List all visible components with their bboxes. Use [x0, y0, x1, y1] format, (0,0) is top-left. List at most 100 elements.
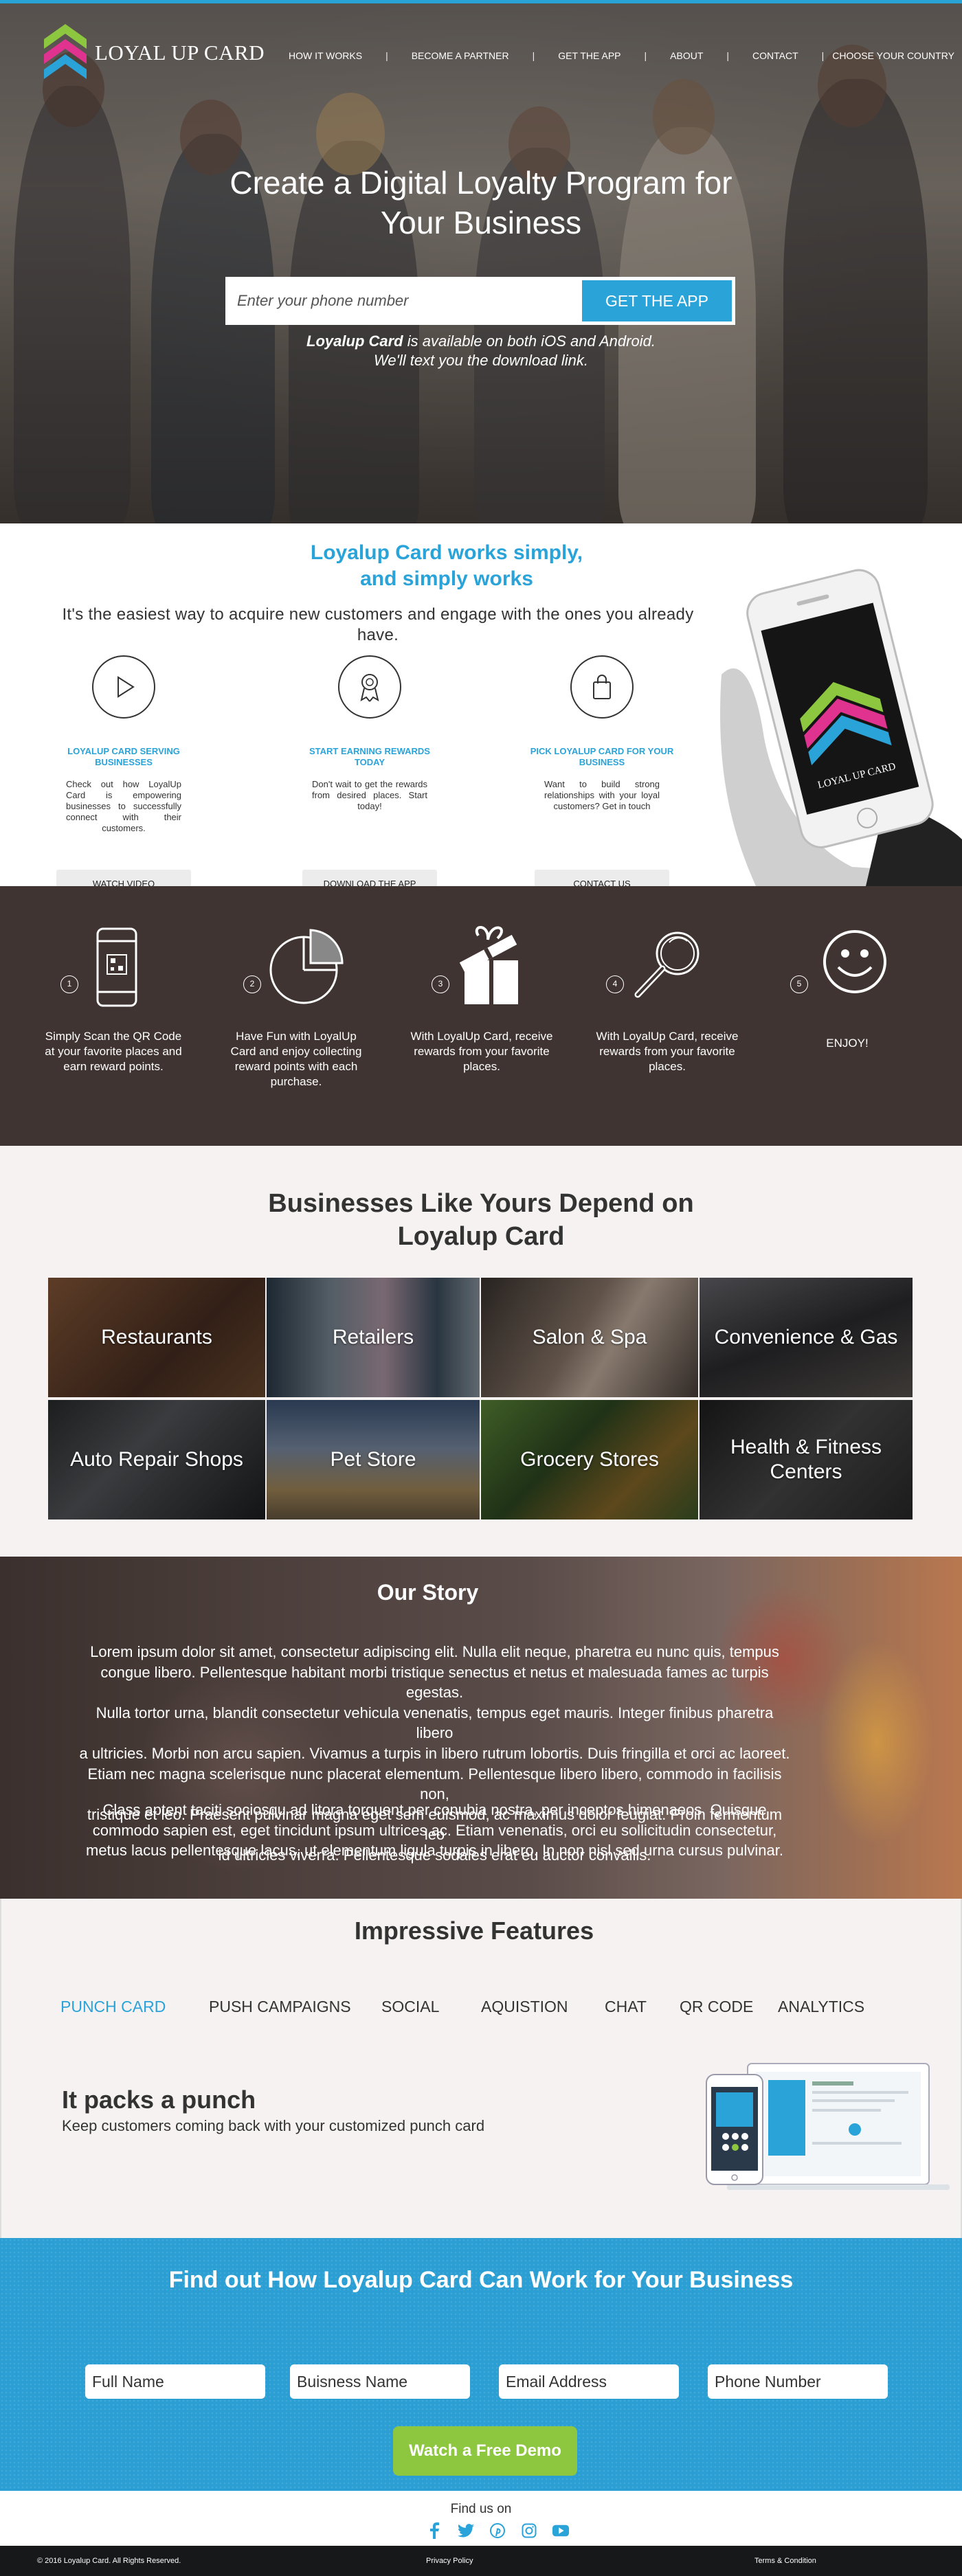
facebook-icon[interactable] [426, 2522, 443, 2539]
feature-text: Check out how LoyalUp Card is empowering… [66, 779, 181, 833]
logo-text: LOYAL UP CARD [95, 41, 265, 65]
tile-health-fitness[interactable]: Health & Fitness Centers [700, 1400, 913, 1519]
feature-title: LOYALUP CARD SERVING BUSINESSES [67, 746, 180, 767]
story-paragraph-2: Class aptent taciti sociosqu ad litora t… [76, 1800, 794, 1861]
phone-number-field[interactable] [708, 2364, 888, 2399]
story-line: metus lacus pellentesque lacus, ut eleme… [86, 1842, 783, 1860]
step-text: ENJOY! [826, 1037, 869, 1050]
works-title-line2: and simply works [360, 567, 533, 590]
business-tiles-grid: Restaurants Retailers Salon & Spa Conven… [48, 1278, 913, 1519]
tab-qr-code[interactable]: QR CODE [680, 1998, 753, 2016]
tile-retailers[interactable]: Retailers [267, 1278, 480, 1397]
feature-pick-card: PICK LOYALUP CARD FOR YOUR BUSINESS Want… [526, 655, 678, 897]
tile-auto-repair[interactable]: Auto Repair Shops [48, 1400, 265, 1519]
nav-choose-country[interactable]: CHOOSE YOUR COUNTRY [832, 50, 954, 61]
tile-label: Salon & Spa [532, 1326, 647, 1348]
step-number: 3 [432, 975, 449, 993]
phone-number-input[interactable] [229, 280, 582, 321]
step-2: 2 Have Fun with LoyalUp Card and enjoy c… [217, 927, 375, 1089]
works-title-line1: Loyalup Card works simply, [310, 541, 583, 564]
story-line: Etiam nec magna scelerisque nunc placera… [87, 1765, 782, 1803]
tile-label: Restaurants [101, 1326, 212, 1348]
demo-signup-section: Find out How Loyalup Card Can Work for Y… [0, 2238, 962, 2491]
tile-label: Health & Fitness Centers [730, 1436, 882, 1483]
hero-title: Create a Digital Loyalty Program for You… [0, 163, 962, 242]
story-background-blur [818, 1639, 935, 1845]
tab-push-campaigns[interactable]: PUSH CAMPAIGNS [209, 1998, 351, 2016]
how-it-works-steps: 1 Simply Scan the QR Code at your favori… [0, 886, 962, 1146]
hero-title-line1: Create a Digital Loyalty Program for [230, 165, 732, 201]
shopping-bag-icon [570, 655, 634, 719]
features-section: Impressive Features PUNCH CARD PUSH CAMP… [0, 1899, 962, 2238]
business-name-field[interactable] [290, 2364, 470, 2399]
tab-punch-card[interactable]: PUNCH CARD [60, 1998, 166, 2016]
step-4: 4 With LoyalUp Card, receive rewards fro… [588, 927, 746, 1074]
tile-restaurants[interactable]: Restaurants [48, 1278, 265, 1397]
businesses-title-line1: Businesses Like Yours Depend on [268, 1189, 694, 1218]
site-logo[interactable]: LOYAL UP CARD [44, 24, 265, 82]
tab-social[interactable]: SOCIAL [381, 1998, 439, 2016]
nav-separator: | [385, 50, 388, 61]
qr-phone-icon [95, 927, 139, 1012]
cta-title: Find out How Loyalup Card Can Work for Y… [168, 2267, 794, 2293]
feature-text: Want to build strong relationships with … [544, 779, 660, 811]
our-story-section: Our Story Lorem ipsum dolor sit amet, co… [0, 1557, 962, 1899]
tab-analytics[interactable]: ANALYTICS [778, 1998, 864, 2016]
businesses-section: Businesses Like Yours Depend on Loyalup … [0, 1146, 962, 1557]
nav-separator: | [726, 50, 730, 61]
award-icon [338, 655, 401, 719]
smiley-icon [822, 929, 888, 998]
hero-sub-line1: is available on both iOS and Android. [403, 332, 656, 350]
tile-salon-spa[interactable]: Salon & Spa [481, 1278, 698, 1397]
step-number: 1 [60, 975, 78, 993]
nav-get-the-app[interactable]: GET THE APP [558, 50, 620, 61]
play-icon [92, 655, 155, 719]
story-line: commodo sapien est, eget tincidunt ipsum… [92, 1821, 777, 1839]
pinterest-icon[interactable] [489, 2522, 506, 2539]
phone-form: GET THE APP [225, 277, 735, 325]
nav-become-partner[interactable]: BECOME A PARTNER [412, 50, 509, 61]
full-name-field[interactable] [85, 2364, 265, 2399]
nav-how-it-works[interactable]: HOW IT WORKS [289, 50, 362, 61]
nav-about[interactable]: ABOUT [670, 50, 703, 61]
youtube-icon[interactable] [552, 2522, 569, 2539]
feature-title: START EARNING REWARDS TODAY [309, 746, 430, 767]
story-title: Our Story [377, 1580, 479, 1605]
tile-label: Convenience & Gas [714, 1326, 898, 1348]
social-icons [426, 2522, 569, 2539]
story-line: Class aptent taciti sociosqu ad litora t… [102, 1801, 767, 1818]
features-title: Impressive Features [354, 1917, 594, 1945]
get-the-app-button[interactable]: GET THE APP [582, 280, 732, 321]
hero-sub-line2: We'll text you the download link. [374, 352, 588, 369]
copyright-text: © 2016 Loyalup Card. All Rights Reserved… [37, 2557, 181, 2565]
tile-pet-store[interactable]: Pet Store [267, 1400, 480, 1519]
businesses-title-line2: Loyalup Card [397, 1222, 565, 1251]
feature-subheading: Keep customers coming back with your cus… [62, 2117, 485, 2134]
terms-link[interactable]: Terms & Condition [754, 2557, 816, 2565]
footer-bar: © 2016 Loyalup Card. All Rights Reserved… [0, 2546, 962, 2576]
tile-label: Grocery Stores [520, 1448, 659, 1471]
privacy-policy-link[interactable]: Privacy Policy [426, 2557, 473, 2565]
twitter-icon[interactable] [458, 2522, 474, 2539]
nav-separator: | [532, 50, 535, 61]
story-line: a ultricies. Morbi non arcu sapien. Viva… [79, 1744, 790, 1762]
watch-free-demo-button[interactable]: Watch a Free Demo [393, 2426, 577, 2476]
email-field[interactable] [499, 2364, 679, 2399]
pie-chart-icon [265, 927, 345, 1010]
feature-text: Don't wait to get the rewards from desir… [312, 779, 427, 811]
instagram-icon[interactable] [521, 2522, 537, 2539]
tile-label: Retailers [332, 1326, 414, 1348]
works-description: It's the easiest way to acquire new cust… [62, 605, 694, 644]
social-section: Find us on [0, 2491, 962, 2546]
works-title: Loyalup Card works simply, and simply wo… [234, 540, 660, 592]
tile-grocery-stores[interactable]: Grocery Stores [481, 1400, 698, 1519]
hero-sub-brand: Loyalup Card [306, 332, 403, 350]
feature-heading: It packs a punch [62, 2086, 256, 2114]
tile-label: Pet Store [330, 1448, 416, 1471]
tile-convenience-gas[interactable]: Convenience & Gas [700, 1278, 913, 1397]
hero-section: LOYAL UP CARD HOW IT WORKS | BECOME A PA… [0, 0, 962, 523]
nav-contact[interactable]: CONTACT [752, 50, 798, 61]
tab-chat[interactable]: CHAT [605, 1998, 647, 2016]
tile-label: Auto Repair Shops [70, 1448, 243, 1471]
tab-aquistion[interactable]: AQUISTION [481, 1998, 568, 2016]
